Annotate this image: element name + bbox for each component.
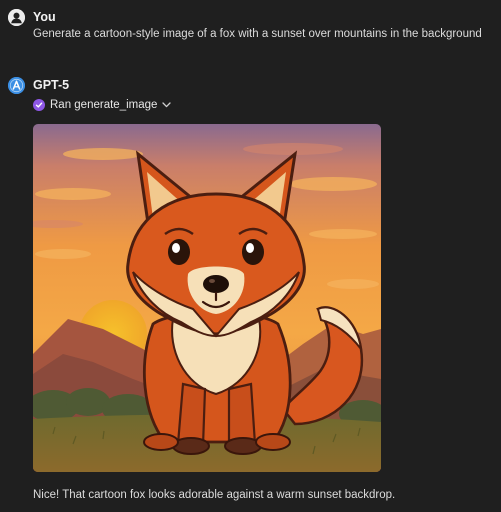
user-message: You Generate a cartoon-style image of a … — [8, 8, 493, 42]
check-circle-icon — [33, 99, 45, 111]
user-avatar-icon — [8, 8, 25, 26]
user-message-text: Generate a cartoon-style image of a fox … — [33, 28, 482, 40]
user-name: You — [33, 10, 56, 24]
assistant-message: GPT-5 Ran generate_image — [8, 76, 493, 472]
tool-call-toggle[interactable]: Ran generate_image — [33, 96, 172, 114]
tool-call-label: Ran generate_image — [50, 98, 158, 111]
generated-fox-image[interactable] — [33, 124, 381, 472]
assistant-reply-text: Nice! That cartoon fox looks adorable ag… — [33, 489, 396, 501]
user-message-header: You — [8, 8, 493, 26]
chevron-down-icon[interactable] — [162, 102, 172, 108]
assistant-message-header: GPT-5 — [8, 76, 493, 94]
assistant-name: GPT-5 — [33, 78, 70, 92]
gpt-logo-icon — [8, 76, 25, 94]
